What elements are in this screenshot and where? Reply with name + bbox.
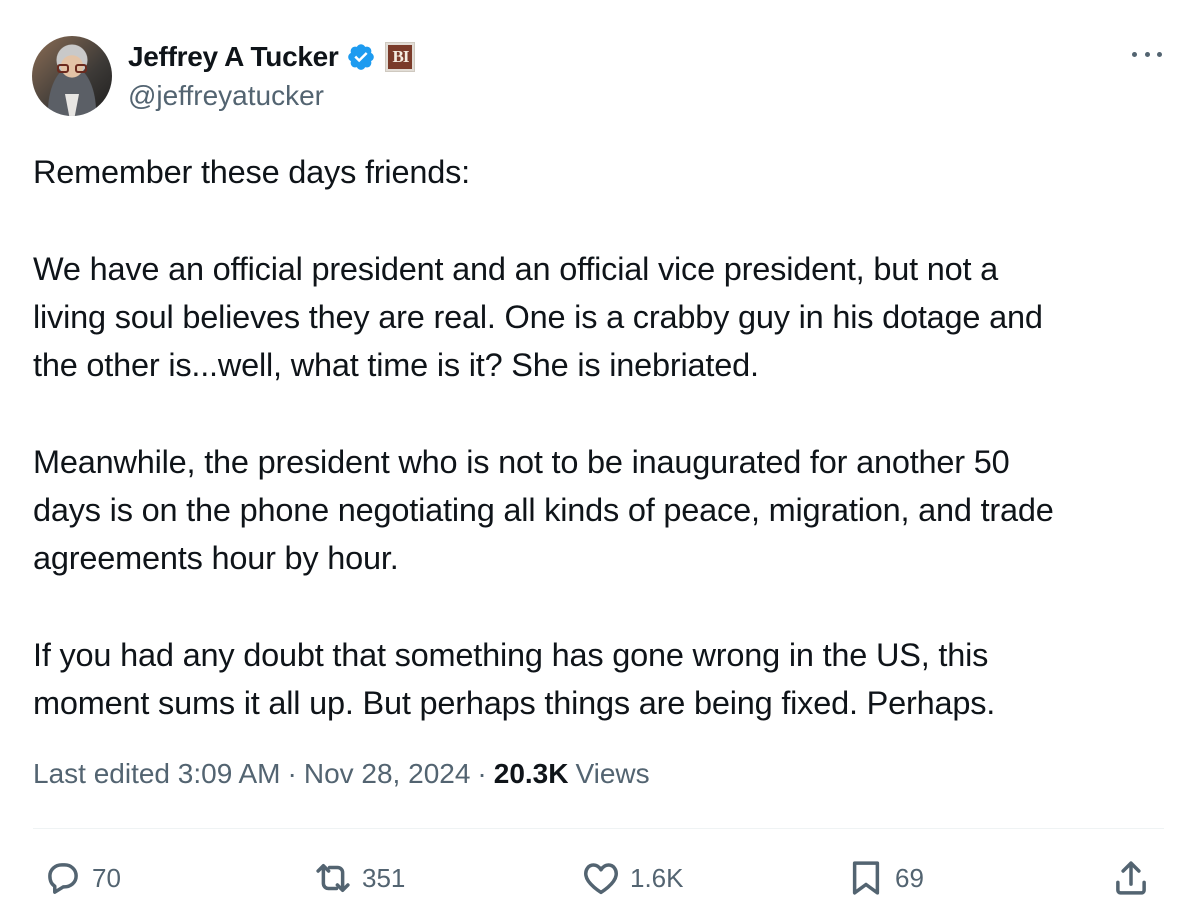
author-name-row: Jeffrey A Tucker BI	[128, 40, 416, 74]
repost-arrows-icon	[316, 864, 350, 892]
action-bar: 70 351 1.6K 69	[0, 852, 1196, 908]
verified-badge-icon[interactable]	[346, 42, 376, 72]
heart-icon	[584, 863, 618, 895]
bookmark-icon	[852, 861, 880, 895]
avatar-shirt	[65, 94, 79, 116]
more-horizontal-icon[interactable]	[1132, 44, 1162, 64]
edited-timestamp[interactable]: Last edited 3:09 AM	[33, 758, 281, 790]
like-button[interactable]: 1.6K	[580, 856, 684, 900]
meta-separator: ·	[287, 758, 297, 789]
tweet-line: If you had any doubt that something has …	[33, 636, 989, 673]
repost-count: 351	[362, 862, 406, 893]
tweet-line: agreements hour by hour.	[33, 540, 399, 577]
tweet-line: the other is...well, what time is it? Sh…	[33, 347, 759, 384]
org-badge-text: BI	[392, 47, 410, 66]
reply-bubble-icon	[48, 863, 78, 894]
author-name[interactable]: Jeffrey A Tucker	[128, 41, 339, 73]
tweet-text: Remember these days friends: We have an …	[33, 148, 1168, 728]
tweet-line: days is on the phone negotiating all kin…	[33, 492, 1054, 529]
author-avatar[interactable]	[32, 36, 112, 116]
tweet-line: moment sums it all up. But perhaps thing…	[33, 685, 996, 722]
reply-button[interactable]: 70	[42, 856, 121, 900]
share-button[interactable]	[1110, 856, 1152, 900]
tweet-line: Remember these days friends:	[33, 154, 470, 190]
like-count: 1.6K	[630, 862, 684, 893]
tweet-meta: Last edited 3:09 AM · Nov 28, 2024 · 20.…	[33, 758, 650, 790]
meta-separator: ·	[477, 758, 487, 789]
tweet-date[interactable]: Nov 28, 2024	[304, 758, 471, 790]
tweet-line: Meanwhile, the president who is not to b…	[33, 443, 1010, 480]
tweet-line: living soul believes they are real. One …	[33, 298, 1043, 335]
org-badge[interactable]: BI	[385, 42, 416, 72]
share-upload-icon	[1116, 861, 1146, 895]
bookmark-button[interactable]: 69	[845, 856, 924, 900]
divider	[33, 828, 1164, 829]
views-label: Views	[575, 758, 650, 789]
reply-count: 70	[92, 862, 121, 893]
author-handle[interactable]: @jeffreyatucker	[128, 80, 324, 112]
avatar-glasses	[57, 64, 87, 73]
tweet-line: We have an official president and an off…	[33, 250, 999, 287]
bookmark-count: 69	[895, 862, 924, 893]
repost-button[interactable]: 351	[312, 856, 405, 900]
views-count: 20.3K	[493, 758, 569, 789]
